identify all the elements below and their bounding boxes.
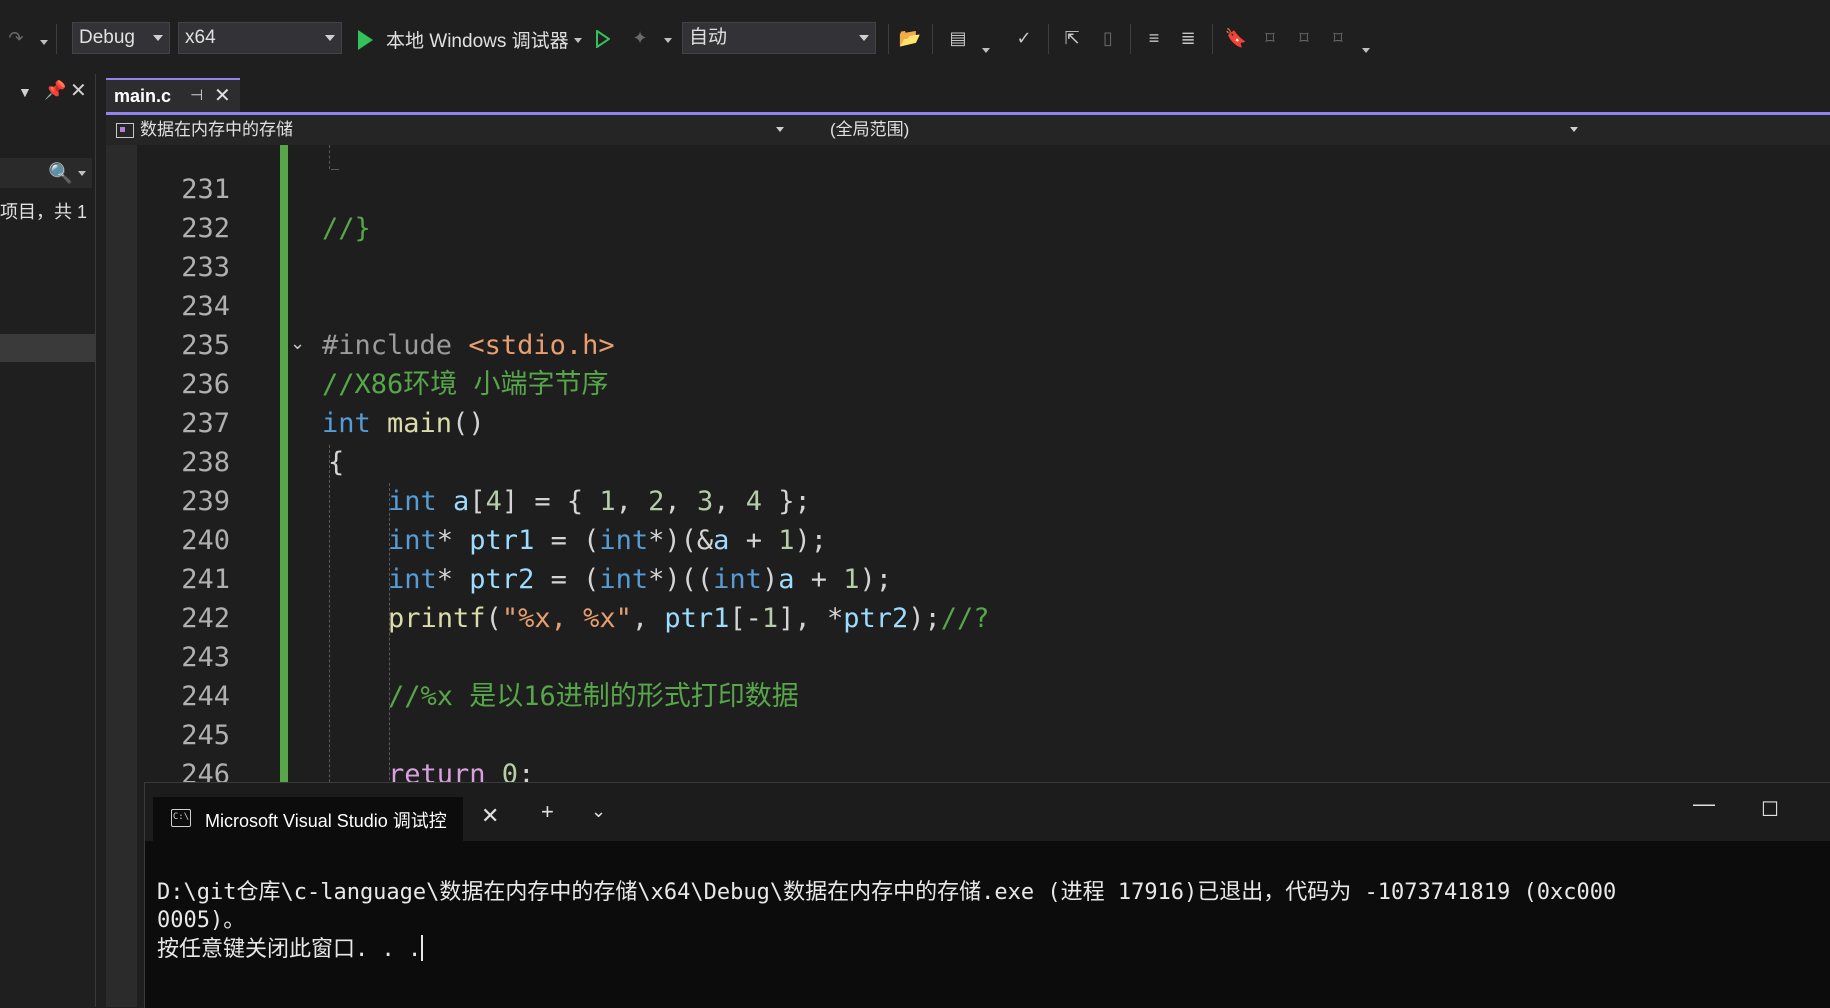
close-tab-icon[interactable]: ✕ (214, 83, 231, 108)
comment-lines-icon[interactable]: ≡ (1142, 26, 1166, 50)
code-line-237: 237 { (106, 365, 1830, 478)
start-debugging-button[interactable]: 本地 Windows 调试器 (386, 26, 569, 53)
solution-explorer-panel: ▼ 📌 ✕ 🔍 项目，共 1 (0, 74, 96, 1007)
clear-bookmarks-icon[interactable]: ⌑ (1326, 26, 1350, 50)
console-title-bar[interactable]: C:\ Microsoft Visual Studio 调试控 ✕ + ⌄ — … (145, 783, 1830, 841)
console-tab[interactable]: C:\ Microsoft Visual Studio 调试控 ✕ (153, 797, 499, 841)
code-line-235: 235 //X86环境 小端字节序 (106, 287, 1830, 400)
chevron-down-icon (153, 35, 163, 41)
bookmark-icon[interactable]: 🔖 (1224, 26, 1248, 50)
next-bookmark-icon[interactable]: ⌑ (1292, 26, 1316, 50)
uncomment-lines-icon[interactable]: ≣ (1176, 26, 1200, 50)
select-cursor-icon[interactable]: ⇱ (1060, 26, 1084, 50)
toolbar: ↷ Debug x64 本地 Windows 调试器 ✦ 自动 📂 ▤ ✓ ⇱ … (0, 8, 1830, 74)
console-line: 0005)。 (157, 908, 246, 933)
console-line: D:\git仓库\c-language\数据在内存中的存储\x64\Debug\… (157, 880, 1617, 905)
menu-bar (0, 0, 1830, 8)
document-tab-strip: main.c ⊣ ✕ (106, 74, 1830, 115)
chevron-down-icon (859, 35, 869, 41)
configuration-value: Debug (79, 27, 135, 48)
code-line-233: 233 (106, 209, 1830, 283)
code-line-240: 240 int* ptr2 = (int*)((int)a + 1); (106, 482, 1830, 595)
toolbar-separator (888, 24, 889, 54)
project-nav-value: 数据在内存中的存储 (140, 120, 293, 139)
code-line-246: 246 } (106, 716, 1830, 829)
prev-bookmark-icon[interactable]: ⌑ (1258, 26, 1282, 50)
spell-check-icon[interactable]: ✓ (1012, 26, 1036, 50)
project-count-text: 项目，共 1 (0, 202, 88, 222)
toolbar-separator (932, 24, 933, 54)
code-line-245: 245 return 0; (106, 677, 1830, 790)
new-tab-icon[interactable]: + (541, 799, 554, 825)
close-tab-icon[interactable]: ✕ (481, 803, 499, 829)
toolbar-separator (56, 24, 57, 54)
code-line-232: 232 (106, 170, 1830, 244)
selected-tree-item[interactable] (0, 334, 95, 362)
code-line-231: 231 //} (106, 145, 1830, 244)
toolbar-overflow-icon[interactable] (1362, 48, 1370, 53)
scope-nav-select[interactable]: (全局范围) (798, 117, 1584, 143)
configuration-select[interactable]: Debug (72, 22, 170, 54)
console-prompt-text: 按任意键关闭此窗口. . . (157, 937, 422, 962)
toolbar-separator (1130, 24, 1131, 54)
code-line-242: 242 (106, 560, 1830, 634)
code-line-238: 238 int a[4] = { 1, 2, 3, 4 }; (106, 404, 1830, 517)
hot-reload-dropdown-icon[interactable] (664, 38, 672, 43)
tab-main-c[interactable]: main.c ⊣ ✕ (106, 78, 240, 112)
navigation-bar: 数据在内存中的存储 (全局范围) (106, 115, 1830, 145)
start-without-debugging-icon[interactable] (596, 30, 610, 48)
platform-select[interactable]: x64 (178, 22, 342, 54)
code-line-241: 241 printf("%x, %x", ptr1[-1], *ptr2);//… (106, 521, 1830, 634)
debugger-dropdown-icon[interactable] (574, 38, 582, 43)
maximize-icon[interactable]: ☐ (1761, 797, 1779, 822)
toolbar-separator (1048, 24, 1049, 54)
pin-icon[interactable]: 📌 (44, 80, 66, 101)
project-nav-select[interactable]: 数据在内存中的存储 (108, 117, 790, 143)
console-tab-title: Microsoft Visual Studio 调试控 (205, 811, 447, 831)
tab-dropdown-icon[interactable]: ⌄ (591, 801, 606, 822)
scope-nav-value: (全局范围) (830, 120, 910, 139)
chevron-down-icon (325, 35, 335, 41)
toolbar-separator (1212, 24, 1213, 54)
bookmark-toggle-icon[interactable]: ▯ (1096, 26, 1120, 50)
code-line-239: 239 int* ptr1 = (int*)(&a + 1); (106, 443, 1830, 556)
console-icon: C:\ (171, 809, 191, 827)
solution-combo[interactable]: 自动 (682, 22, 876, 54)
code-line-236: 236 int main() (106, 326, 1830, 439)
hot-reload-icon[interactable]: ✦ (628, 26, 652, 50)
redo-dropdown-icon[interactable] (40, 40, 48, 45)
chevron-down-icon (1570, 127, 1578, 132)
code-line-243: 243 //%x 是以16进制的形式打印数据 (106, 599, 1830, 712)
tab-label: main.c (114, 86, 172, 106)
code-line-234: 234 #include <stdio.h> (106, 248, 1830, 361)
minimize-icon[interactable]: — (1693, 791, 1715, 817)
open-folder-icon[interactable]: 📂 (898, 26, 922, 50)
layout-dropdown-icon[interactable] (982, 48, 990, 53)
search-options-dropdown-icon[interactable] (78, 171, 86, 176)
console-output[interactable]: D:\git仓库\c-language\数据在内存中的存储\x64\Debug\… (157, 879, 1830, 964)
close-panel-icon[interactable]: ✕ (70, 78, 87, 103)
solution-search-box[interactable]: 🔍 (0, 158, 92, 188)
solution-combo-value: 自动 (689, 27, 728, 48)
platform-value: x64 (185, 27, 216, 48)
text-cursor (421, 935, 424, 961)
start-debugging-icon[interactable] (358, 30, 373, 50)
project-icon (116, 123, 134, 138)
pin-tab-icon[interactable]: ⊣ (190, 86, 203, 104)
console-line: 按任意键关闭此窗口. . . (157, 935, 1830, 964)
layout-icon[interactable]: ▤ (946, 26, 970, 50)
redo-icon[interactable]: ↷ (4, 26, 28, 50)
debug-console-window[interactable]: C:\ Microsoft Visual Studio 调试控 ✕ + ⌄ — … (144, 782, 1830, 1008)
search-icon: 🔍 (48, 163, 73, 185)
code-line-244: 244 (106, 638, 1830, 712)
panel-menu-dropdown-icon[interactable]: ▼ (18, 84, 32, 100)
chevron-down-icon (776, 127, 784, 132)
